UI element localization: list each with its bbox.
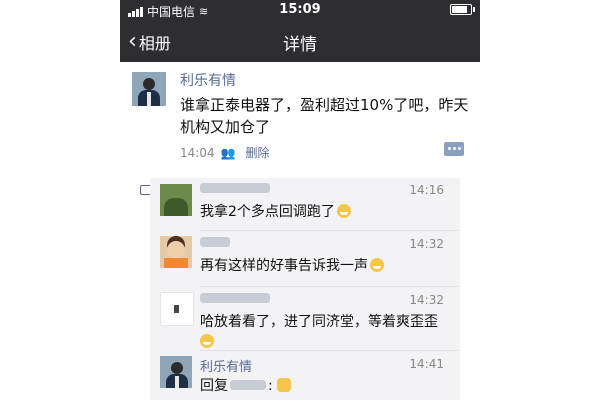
comment-text-body: 再有这样的好事告诉我一声 bbox=[200, 258, 368, 274]
author-avatar[interactable] bbox=[132, 72, 166, 106]
divider bbox=[200, 286, 460, 287]
emoji-icon bbox=[336, 204, 351, 218]
grin-emoji-icon bbox=[370, 258, 384, 272]
commenter-name[interactable]: 利乐有情 bbox=[200, 356, 252, 375]
commenter-avatar[interactable] bbox=[160, 356, 192, 388]
commenter-name-blurred[interactable] bbox=[200, 236, 230, 251]
reply-label: 回复 bbox=[200, 378, 228, 394]
status-bar: 中国电信 ≋ 15:09 bbox=[120, 0, 480, 20]
post-text: 谁拿正泰电器了，盈利超过10%了吧，昨天机构又加仓了 bbox=[180, 96, 469, 136]
ok-hand-emoji-icon bbox=[276, 378, 291, 392]
comment-more-button[interactable] bbox=[444, 142, 464, 156]
friends-icon: 👥 bbox=[220, 145, 236, 160]
reply-colon: : bbox=[268, 378, 273, 394]
delete-link[interactable]: 删除 bbox=[246, 144, 270, 161]
commenter-name-blurred[interactable] bbox=[200, 182, 270, 197]
commenter-name-blurred[interactable] bbox=[200, 292, 270, 307]
comment-time: 14:32 bbox=[409, 293, 444, 307]
page-title: 详情 bbox=[283, 35, 317, 55]
comment-text: 我拿2个多点回调跑了 bbox=[200, 202, 351, 222]
post-meta: 14:04 👥 删除 bbox=[180, 144, 270, 161]
comments-panel: 14:16 我拿2个多点回调跑了 14:32 再有这样的好事告诉我一声 14:3… bbox=[150, 178, 460, 400]
comment-text: 回复: bbox=[200, 376, 291, 396]
comment-time: 14:32 bbox=[409, 237, 444, 251]
nav-bar: ‹ 相册 详情 bbox=[120, 20, 480, 62]
post-time: 14:04 bbox=[180, 145, 215, 160]
divider bbox=[200, 350, 460, 351]
battery-icon bbox=[450, 4, 475, 15]
comment-text-body: 哈放着看了，进了同济堂，等着爽歪歪 bbox=[200, 314, 438, 330]
commenter-avatar[interactable] bbox=[160, 184, 192, 216]
reply-target-blurred[interactable] bbox=[230, 380, 266, 390]
author-name[interactable]: 利乐有情 bbox=[180, 70, 236, 90]
status-time: 15:09 bbox=[279, 2, 321, 17]
commenter-avatar[interactable] bbox=[160, 292, 194, 326]
grin-emoji-icon bbox=[200, 334, 214, 348]
comment-text: 再有这样的好事告诉我一声 bbox=[200, 256, 384, 276]
comment-text-body: 我拿2个多点回调跑了 bbox=[200, 204, 335, 220]
commenter-avatar[interactable] bbox=[160, 236, 192, 268]
comment-text: 哈放着看了，进了同济堂，等着爽歪歪 bbox=[200, 312, 450, 352]
comment-time: 14:16 bbox=[409, 183, 444, 197]
comment-time: 14:41 bbox=[409, 357, 444, 371]
divider bbox=[200, 230, 460, 231]
phone-screen: 中国电信 ≋ 15:09 ‹ 相册 详情 利乐有情 谁拿正泰电器了，盈利超过10… bbox=[120, 0, 480, 400]
